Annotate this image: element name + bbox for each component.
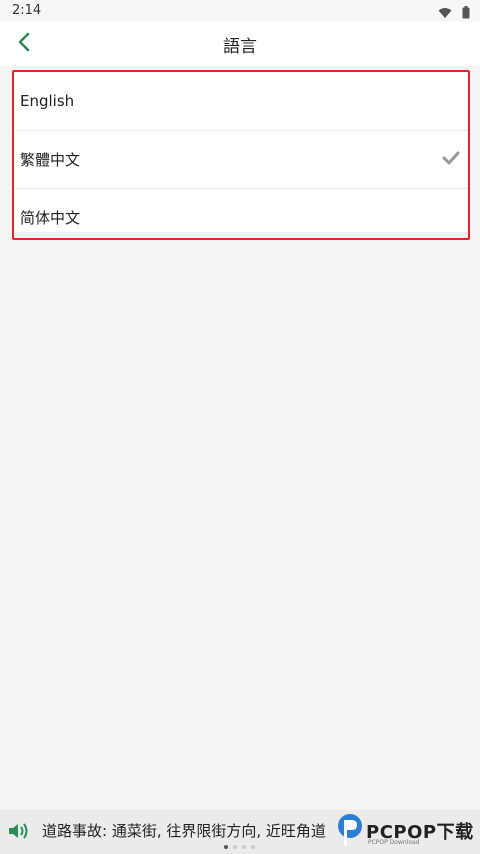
language-label: 简体中文: [20, 209, 81, 227]
checkmark-icon: [442, 151, 460, 169]
status-icons: [438, 4, 470, 23]
chevron-left-icon: [17, 32, 31, 56]
language-label: English: [20, 92, 75, 110]
page-dot: [224, 845, 228, 849]
list-divider: [14, 232, 468, 238]
news-ticker-text: 道路事故: 通菜街, 往界限街方向, 近旺角道: [42, 822, 326, 840]
app-bar: 語言: [0, 22, 480, 66]
page-indicator: [224, 845, 255, 849]
battery-icon: [462, 4, 470, 23]
language-item-english[interactable]: English: [14, 72, 468, 130]
page-dot: [242, 845, 246, 849]
language-label: 繁體中文: [20, 151, 81, 169]
watermark-subtext: PCPOP Download: [368, 839, 420, 846]
language-item-traditional-chinese[interactable]: 繁體中文: [14, 130, 468, 188]
back-button[interactable]: [10, 30, 38, 58]
page-dot: [251, 845, 255, 849]
status-bar: 2:14: [0, 0, 480, 22]
speaker-icon[interactable]: [8, 822, 30, 844]
page-title: 語言: [223, 36, 257, 57]
wifi-icon: [438, 4, 452, 23]
status-time: 2:14: [12, 3, 42, 18]
page-dot: [233, 845, 237, 849]
language-list: English 繁體中文 简体中文: [12, 70, 470, 240]
watermark-logo: PCPOP下载 PCPOP Download: [336, 812, 476, 852]
